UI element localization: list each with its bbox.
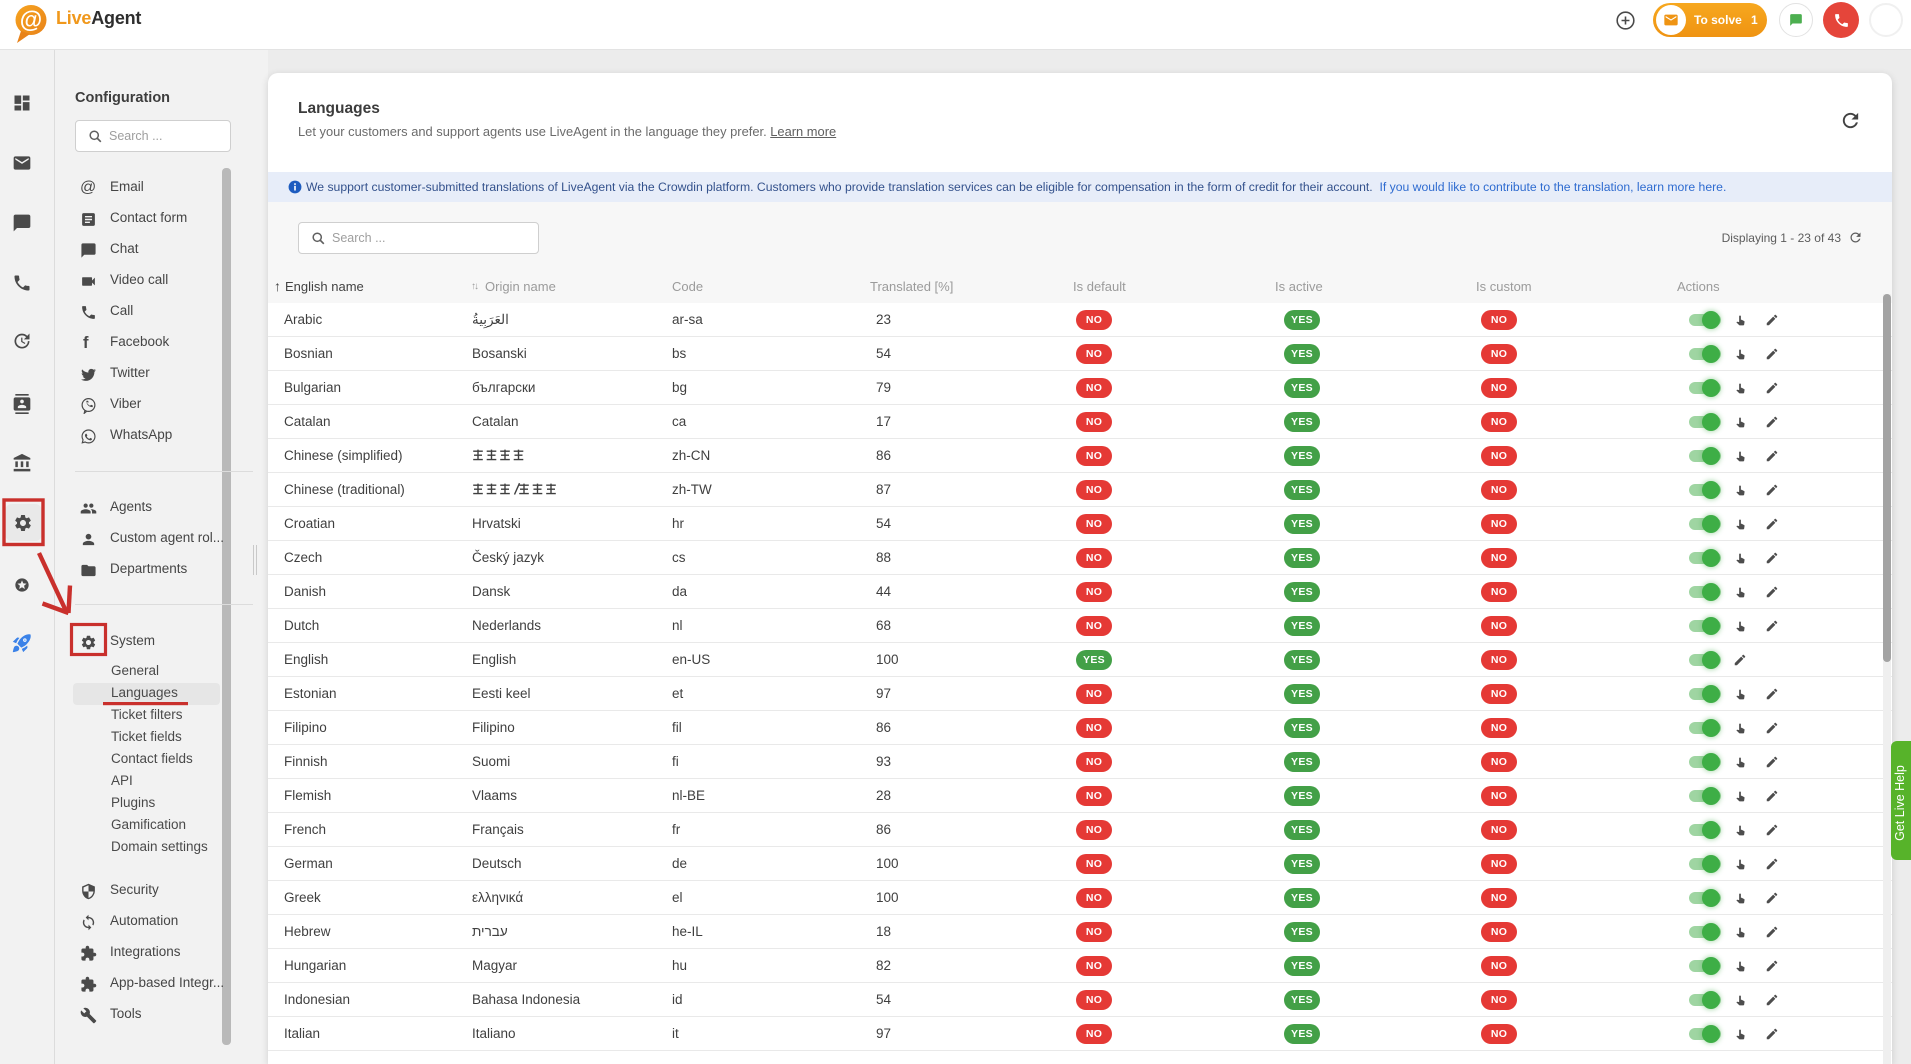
svg-text:@: @	[20, 7, 42, 33]
